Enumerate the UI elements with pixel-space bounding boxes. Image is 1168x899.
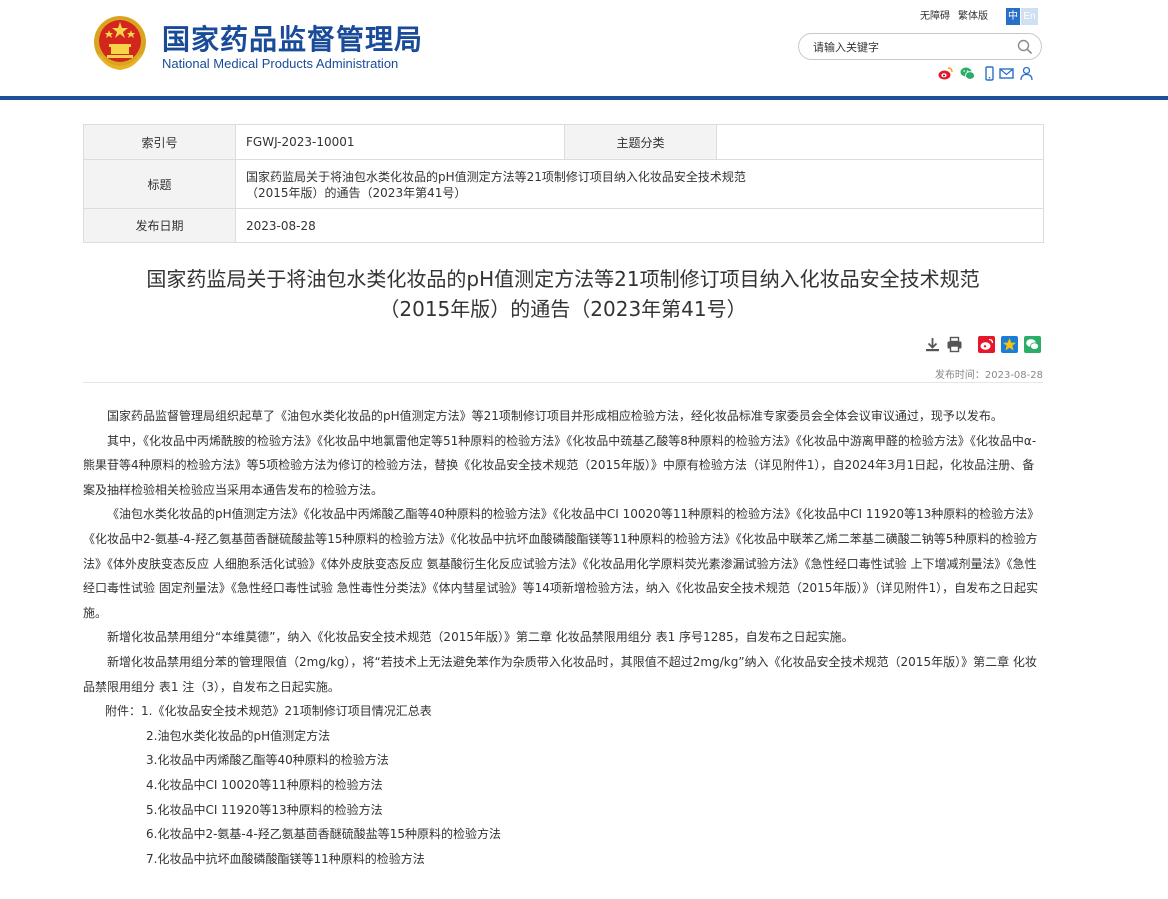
accessibility-link[interactable]: 无障碍 xyxy=(920,8,950,26)
search-icon[interactable] xyxy=(1017,39,1033,55)
attachment-item[interactable]: 6.化妆品中2-氨基-4-羟乙氨基茴香醚硫酸盐等15种原料的检验方法 xyxy=(83,822,1043,847)
title-value-line2: （2015年版）的通告（2023年第41号） xyxy=(246,186,467,200)
site-name-en[interactable]: National Medical Products Administration xyxy=(162,56,398,71)
title-value-line1: 国家药监局关于将油包水类化妆品的pH值测定方法等21项制修订项目纳入化妆品安全技… xyxy=(246,170,746,184)
date-label: 发布日期 xyxy=(83,208,236,243)
mobile-icon[interactable] xyxy=(982,66,997,81)
site-name-cn[interactable]: 国家药品监督管理局 xyxy=(162,18,423,58)
share-qzone-icon[interactable] xyxy=(1001,336,1018,353)
index-value: FGWJ-2023-10001 xyxy=(235,124,565,160)
lang-zh-button[interactable]: 中 xyxy=(1006,8,1020,25)
wechat-icon[interactable] xyxy=(960,66,975,81)
attachment-item[interactable]: 2.油包水类化妆品的pH值测定方法 xyxy=(83,724,1043,749)
attachment-item[interactable]: 附件：1.《化妆品安全技术规范》21项制修订项目情况汇总表 xyxy=(83,699,1043,724)
lang-en-button[interactable]: En xyxy=(1021,8,1038,25)
paragraph: 国家药品监督管理局组织起草了《油包水类化妆品的pH值测定方法》等21项制修订项目… xyxy=(107,409,1003,423)
search-box xyxy=(798,33,1042,60)
category-value xyxy=(716,124,1044,160)
article-title-line2: （2015年版）的通告（2023年第41号） xyxy=(379,297,747,321)
attachment-item[interactable]: 4.化妆品中CI 10020等11种原料的检验方法 xyxy=(83,773,1043,798)
title-label: 标题 xyxy=(83,159,236,209)
weibo-icon[interactable] xyxy=(938,66,953,81)
print-icon[interactable] xyxy=(946,336,963,353)
document-info-table: 索引号 FGWJ-2023-10001 主题分类 标题 国家药监局关于将油包水类… xyxy=(83,124,1044,243)
attachment-item[interactable]: 5.化妆品中CI 11920等13种原料的检验方法 xyxy=(83,798,1043,823)
attachment-item[interactable]: 3.化妆品中丙烯酸乙酯等40种原料的检验方法 xyxy=(83,748,1043,773)
category-label: 主题分类 xyxy=(564,124,717,160)
paragraph: 新增化妆品禁用组分“本维莫德”，纳入《化妆品安全技术规范（2015年版）》第二章… xyxy=(107,630,854,645)
header-divider xyxy=(0,96,1168,100)
site-header: 国家药品监督管理局 National Medical Products Admi… xyxy=(0,0,1168,100)
title-value: 国家药监局关于将油包水类化妆品的pH值测定方法等21项制修订项目纳入化妆品安全技… xyxy=(235,159,1044,209)
attachment-item[interactable]: 7.化妆品中抗坏血酸磷酸酯镁等11种原料的检验方法 xyxy=(83,847,1043,872)
mail-icon[interactable] xyxy=(999,66,1014,81)
index-label: 索引号 xyxy=(83,124,236,160)
article-divider xyxy=(83,382,1043,383)
article-title-line1: 国家药监局关于将油包水类化妆品的pH值测定方法等21项制修订项目纳入化妆品安全技… xyxy=(146,267,980,291)
publish-time: 发布时间：2023-08-28 xyxy=(934,370,1043,381)
user-icon[interactable] xyxy=(1019,66,1034,81)
paragraph: 《油包水类化妆品的pH值测定方法》《化妆品中丙烯酸乙酯等40种原料的检验方法》《… xyxy=(83,507,1040,620)
national-emblem-icon[interactable] xyxy=(92,14,148,72)
paragraph: 新增化妆品禁用组分苯的管理限值（2mg/kg），将“若技术上无法避免苯作为杂质带… xyxy=(83,654,1037,694)
traditional-chinese-link[interactable]: 繁体版 xyxy=(958,8,988,26)
date-value: 2023-08-28 xyxy=(235,208,1044,243)
download-icon[interactable] xyxy=(924,336,941,353)
article-title: 国家药监局关于将油包水类化妆品的pH值测定方法等21项制修订项目纳入化妆品安全技… xyxy=(83,264,1043,324)
search-input[interactable] xyxy=(813,38,1003,56)
article-content: 国家药品监督管理局组织起草了《油包水类化妆品的pH值测定方法》等21项制修订项目… xyxy=(83,404,1043,871)
share-weibo-icon[interactable] xyxy=(978,336,995,353)
paragraph: 其中，《化妆品中丙烯酰胺的检验方法》《化妆品中地氯雷他定等51种原料的检验方法》… xyxy=(83,433,1037,497)
share-wechat-icon[interactable] xyxy=(1024,336,1041,353)
